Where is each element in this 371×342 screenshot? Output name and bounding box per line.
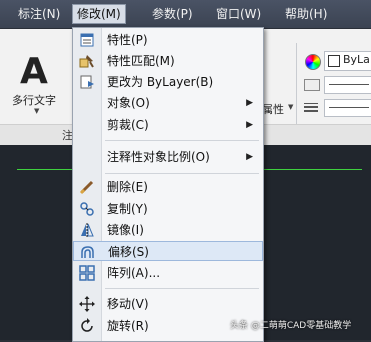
menu-separator xyxy=(105,173,259,174)
layer-color-dropdown[interactable]: ByLa xyxy=(324,51,371,71)
menu-item-label: 镜像(I) xyxy=(107,223,144,237)
menu-item-label: 旋转(R) xyxy=(107,319,149,333)
submenu-arrow-icon: ▶ xyxy=(246,98,253,108)
menu-separator xyxy=(105,288,259,289)
color-swatch xyxy=(328,55,340,67)
lineweight-preview xyxy=(329,107,369,108)
submenu-arrow-icon: ▶ xyxy=(246,152,253,162)
erase-icon xyxy=(79,180,94,195)
menu-bar: 标注(N) 修改(M) 参数(P) 窗口(W) 帮助(H) xyxy=(0,0,371,29)
menu-item-copy[interactable]: 复制(Y) xyxy=(73,199,263,219)
bylayer-icon xyxy=(80,75,94,89)
move-icon xyxy=(79,296,95,312)
menu-item-label: 移动(V) xyxy=(107,297,149,311)
menu-item-label: 特性匹配(M) xyxy=(107,54,175,68)
linetype-icon[interactable] xyxy=(304,79,320,91)
menu-item-object[interactable]: 对象(O) ▶ xyxy=(73,93,263,113)
menu-dimension[interactable]: 标注(N) xyxy=(14,5,64,23)
rotate-icon xyxy=(81,318,93,332)
layer-name-value: ByLa xyxy=(343,53,370,66)
menu-window[interactable]: 窗口(W) xyxy=(212,5,265,23)
lineweight-dropdown[interactable] xyxy=(324,99,371,117)
menu-item-label: 复制(Y) xyxy=(107,202,148,216)
submenu-arrow-icon: ▶ xyxy=(246,120,253,130)
menu-item-mirror[interactable]: 镜像(I) xyxy=(73,220,263,240)
menu-item-label: 阵列(A)... xyxy=(107,266,161,280)
menu-item-label: 删除(E) xyxy=(107,180,148,194)
menu-item-erase[interactable]: 删除(E) xyxy=(73,177,263,197)
menu-item-match-properties[interactable]: 特性匹配(M) xyxy=(73,51,263,71)
menu-parametric[interactable]: 参数(P) xyxy=(148,5,197,23)
copy-icon xyxy=(80,202,94,216)
mtext-icon[interactable]: A xyxy=(20,51,48,92)
menu-item-label: 对象(O) xyxy=(107,96,150,110)
menu-modify[interactable]: 修改(M) xyxy=(72,4,126,24)
chevron-down-icon[interactable]: ▼ xyxy=(34,107,39,115)
mtext-label[interactable]: 多行文字 xyxy=(12,92,56,108)
menu-item-label: 更改为 ByLayer(B) xyxy=(107,75,214,89)
chevron-down-icon[interactable]: ▼ xyxy=(288,103,293,111)
mirror-icon xyxy=(81,223,94,237)
properties-icon xyxy=(80,33,94,47)
properties-panel-label: 属性 xyxy=(262,103,284,116)
menu-item-label: 偏移(S) xyxy=(108,245,149,259)
menu-item-clip[interactable]: 剪裁(C) ▶ xyxy=(73,115,263,135)
linetype-preview xyxy=(329,84,369,85)
menu-help[interactable]: 帮助(H) xyxy=(281,5,331,23)
menu-item-label: 注释性对象比例(O) xyxy=(107,150,210,164)
modify-dropdown-menu: 特性(P) 特性匹配(M) 更改为 ByLayer(B) 对象(O) ▶ 剪裁(… xyxy=(72,27,264,342)
color-wheel-icon[interactable] xyxy=(305,54,321,70)
offset-icon xyxy=(81,246,94,258)
menu-item-offset[interactable]: 偏移(S) xyxy=(73,241,263,261)
array-icon xyxy=(79,265,95,281)
menu-item-label: 剪裁(C) xyxy=(107,118,149,132)
lineweight-icon[interactable] xyxy=(304,102,318,112)
menu-item-change-to-bylayer[interactable]: 更改为 ByLayer(B) xyxy=(73,72,263,92)
menu-item-properties[interactable]: 特性(P) xyxy=(73,30,263,50)
menu-item-annotative-scale[interactable]: 注释性对象比例(O) ▶ xyxy=(73,147,263,167)
watermark-text: 头条 @二萌萌CAD零基础教学 xyxy=(230,321,352,331)
menu-item-array[interactable]: 阵列(A)... xyxy=(73,263,263,283)
match-properties-icon xyxy=(79,55,94,68)
linetype-dropdown[interactable] xyxy=(324,76,371,94)
menu-item-label: 特性(P) xyxy=(107,33,148,47)
menu-item-move[interactable]: 移动(V) xyxy=(73,294,263,314)
menu-separator xyxy=(105,140,259,141)
